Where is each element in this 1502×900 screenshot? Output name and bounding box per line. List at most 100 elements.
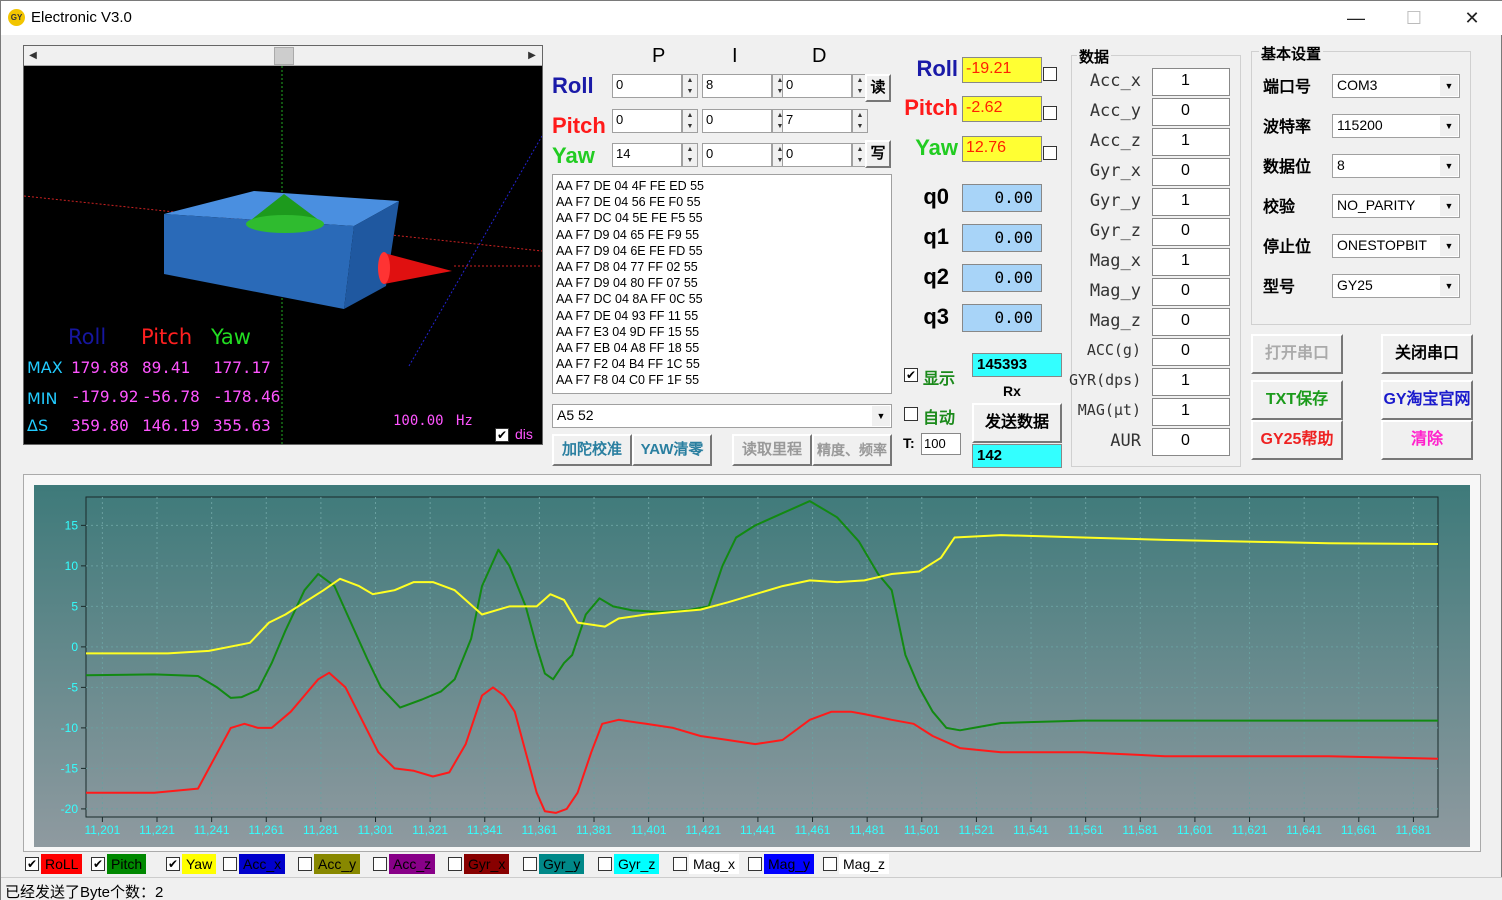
command-dropdown-icon[interactable]: ▼ [872,406,890,426]
log-line: AA F7 DE 04 4F FE ED 55 [556,179,704,193]
legend-checkbox-yaw[interactable]: ✔ [166,857,180,871]
legend-checkbox-acc_x[interactable] [223,857,237,871]
legend-checkbox-pitch[interactable]: ✔ [91,857,105,871]
legend-item-gyr_x[interactable]: Gyr_x [446,854,521,874]
angle-checkbox-roll[interactable] [1043,67,1057,81]
scroll-thumb[interactable] [274,47,294,65]
waveform-chart-frame: 15 10 5 0 -5 -10 -15 -20 11,201 11,221 11,241 11,26… [23,474,1481,852]
pid-write-button[interactable]: 写 [865,140,891,168]
legend-item-acc_x[interactable]: Acc_x [221,854,296,874]
rx-count: 145393 [972,353,1062,377]
legend-item-gyr_y[interactable]: Gyr_y [521,854,596,874]
quat-value-q3: 0.00 [962,304,1042,332]
legend-item-acc_z[interactable]: Acc_z [371,854,446,874]
legend-checkbox-mag_x[interactable] [673,857,687,871]
legend-checkbox-gyr_y[interactable] [523,857,537,871]
pid-yaw-p-spinner-icon[interactable]: ▲ ▼ [682,143,698,167]
pid-pitch-d-spinner-icon[interactable]: ▲ ▼ [852,109,868,133]
legend-item-yaw[interactable]: Yaw ✔ [164,854,221,874]
legend-item-gyr_z[interactable]: Gyr_z [596,854,671,874]
taobao-site-button[interactable]: GY淘宝官网 [1381,380,1473,420]
setting-dropdown-icon-5[interactable]: ▼ [1440,276,1458,296]
legend-item-mag_x[interactable]: Mag_x [671,854,746,874]
pid-pitch-i-input[interactable]: 0 [702,109,772,133]
log-line: AA F7 F2 04 B4 FF 1C 55 [556,357,700,372]
legend-checkbox-gyr_z[interactable] [598,857,612,871]
gyro-calibrate-button[interactable]: 加陀校准 [552,434,632,466]
t-input[interactable]: 100 [921,433,961,455]
close-button[interactable]: ✕ [1443,1,1501,35]
tx-count: 142 [972,444,1062,468]
command-combo[interactable]: A5 52 ▼ [552,404,892,428]
pid-pitch-p-input[interactable]: 0 [612,109,682,133]
pid-yaw-d-input[interactable]: 0 [782,143,852,167]
attitude-3d-view[interactable]: ◀ ▶ Roll Pitch Yaw MAX 179.88 89.41 177.… [23,45,543,445]
setting-dropdown-icon-2[interactable]: ▼ [1440,156,1458,176]
setting-combo-5[interactable]: GY25 ▼ [1332,274,1460,298]
setting-dropdown-icon-4[interactable]: ▼ [1440,236,1458,256]
setting-combo-1[interactable]: 115200 ▼ [1332,114,1460,138]
setting-combo-4[interactable]: ONESTOPBIT ▼ [1332,234,1460,258]
legend-item-roll[interactable]: RoLL ✔ [23,854,89,874]
read-odometer-button[interactable]: 读取里程 [732,434,812,466]
log-line: AA F7 D9 04 6E FE FD 55 [556,243,703,258]
dis-checkbox[interactable]: ✔ [495,428,509,442]
data-label-5: Gyr_z [1089,221,1141,241]
log-line: AA F7 DC 04 8A FF 0C 55 [556,292,703,307]
pid-roll-p-input[interactable]: 0 [612,74,682,98]
precision-frequency-button[interactable]: 精度、频率 [812,434,892,466]
auto-checkbox[interactable] [904,407,918,421]
min-yaw: -178.46 [213,387,281,406]
setting-dropdown-icon-1[interactable]: ▼ [1440,116,1458,136]
quat-value-q0: 0.00 [962,184,1042,212]
legend-item-mag_y[interactable]: Mag_y [746,854,821,874]
pid-read-button[interactable]: 读 [865,74,891,102]
setting-dropdown-icon-3[interactable]: ▼ [1440,196,1458,216]
scroll-right-icon[interactable]: ▶ [524,48,540,64]
legend-checkbox-acc_z[interactable] [373,857,387,871]
x-tick-label: 11,221 [139,823,175,837]
minimize-button[interactable]: — [1327,1,1385,35]
setting-combo-0[interactable]: COM3 ▼ [1332,74,1460,98]
close-port-button[interactable]: 关闭串口 [1381,334,1473,374]
scroll-left-icon[interactable]: ◀ [25,48,41,64]
view-scrollbar[interactable]: ◀ ▶ [24,46,542,66]
maximize-button[interactable]: ☐ [1385,1,1443,35]
receive-log[interactable]: AA F7 DE 04 4F FE ED 55 AA F7 DE 04 56 FE… [552,174,892,394]
gy25-help-button[interactable]: GY25帮助 [1251,420,1343,460]
y-tick-label: -15 [61,761,79,775]
legend-checkbox-acc_y[interactable] [298,857,312,871]
setting-combo-3[interactable]: NO_PARITY ▼ [1332,194,1460,218]
angle-checkbox-pitch[interactable] [1043,106,1057,120]
pid-roll-i-input[interactable]: 8 [702,74,772,98]
data-label-8: Mag_z [1089,311,1141,331]
setting-combo-2[interactable]: 8 ▼ [1332,154,1460,178]
pid-roll-p-spinner-icon[interactable]: ▲ ▼ [682,74,698,98]
max-pitch: 89.41 [142,358,191,377]
x-tick-label: 11,541 [1013,823,1049,837]
txt-save-button[interactable]: TXT保存 [1251,380,1343,420]
x-tick-label: 11,381 [576,823,612,837]
legend-checkbox-mag_y[interactable] [748,857,762,871]
pid-pitch-d-input[interactable]: 7 [782,109,852,133]
legend-checkbox-roll[interactable]: ✔ [25,857,39,871]
pid-yaw-p-input[interactable]: 14 [612,143,682,167]
legend-item-acc_y[interactable]: Acc_y [296,854,371,874]
setting-dropdown-icon-0[interactable]: ▼ [1440,76,1458,96]
angle-checkbox-yaw[interactable] [1043,146,1057,160]
send-data-button[interactable]: 发送数据 [972,403,1062,443]
pid-yaw-i-input[interactable]: 0 [702,143,772,167]
min-pitch: -56.78 [142,387,200,406]
data-value-9: 0 [1152,338,1230,366]
legend-checkbox-mag_z[interactable] [823,857,837,871]
legend-item-mag_z[interactable]: Mag_z [821,854,896,874]
clear-button[interactable]: 清除 [1381,420,1473,460]
pid-roll-d-input[interactable]: 0 [782,74,852,98]
angle-label-roll: Roll [916,56,958,81]
pid-pitch-p-spinner-icon[interactable]: ▲ ▼ [682,109,698,133]
legend-item-pitch[interactable]: Pitch ✔ [89,854,164,874]
open-port-button[interactable]: 打开串口 [1251,334,1343,374]
yaw-zero-button[interactable]: YAW清零 [632,434,712,466]
show-checkbox[interactable]: ✔ [904,368,918,382]
legend-checkbox-gyr_x[interactable] [448,857,462,871]
